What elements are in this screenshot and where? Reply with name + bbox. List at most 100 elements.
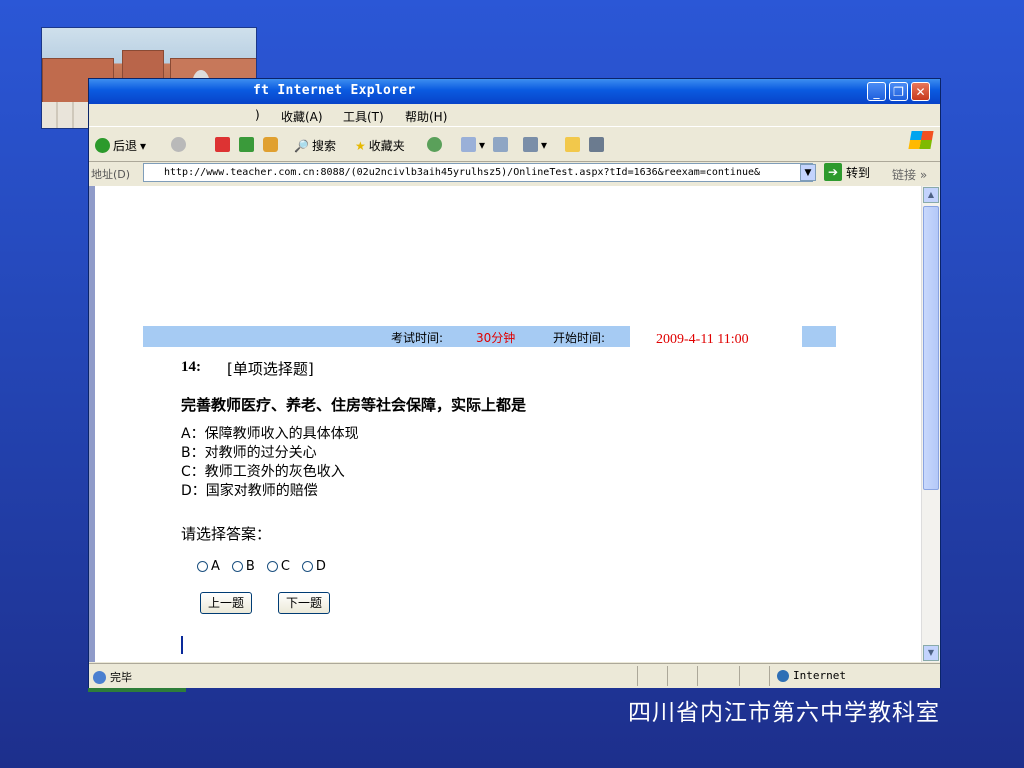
- messenger-icon: [589, 137, 604, 152]
- previous-question-button[interactable]: 上一题: [200, 592, 253, 614]
- go-arrow-icon: ➔: [824, 163, 842, 181]
- status-divider: [637, 666, 638, 686]
- edit-button[interactable]: ▾: [523, 137, 547, 152]
- favorites-label: 收藏夹: [368, 139, 405, 153]
- status-divider: [769, 666, 770, 686]
- forward-button[interactable]: [171, 137, 186, 152]
- scroll-up-icon[interactable]: ▲: [923, 187, 939, 203]
- time-label: 考试时间:: [391, 331, 444, 345]
- page-content: 考试时间: 30分钟 开始时间: 2009-4-11 11:00 14: [单项…: [89, 186, 940, 662]
- stop-icon: [215, 137, 230, 152]
- window-title: ft Internet Explorer: [253, 83, 416, 98]
- history-button[interactable]: [427, 137, 442, 152]
- maximize-button[interactable]: ❐: [889, 82, 908, 101]
- start-time-box: 2009-4-11 11:00: [630, 323, 802, 349]
- footer-caption: 四川省内江市第六中学教科室: [628, 700, 940, 726]
- dropdown-arrow-icon: ▾: [479, 137, 486, 152]
- option-d: D：国家对教师的赔偿: [181, 483, 318, 499]
- text-cursor: [181, 636, 183, 654]
- next-question-button[interactable]: 下一题: [278, 592, 331, 614]
- status-divider: [739, 666, 740, 686]
- back-button[interactable]: 后退 ▾: [95, 137, 146, 154]
- go-button[interactable]: ➔ 转到: [824, 163, 870, 181]
- status-divider: [667, 666, 668, 686]
- radio-a[interactable]: A: [197, 559, 220, 574]
- dropdown-arrow-icon: ▾: [140, 138, 147, 153]
- radio-label-d: D: [315, 559, 326, 574]
- radio-d[interactable]: D: [301, 559, 326, 574]
- scroll-down-icon[interactable]: ▼: [923, 645, 939, 661]
- radio-label-a: A: [211, 559, 220, 574]
- address-dropdown-icon[interactable]: ▼: [800, 164, 816, 181]
- menu-tools[interactable]: 工具(T): [343, 108, 384, 125]
- start-time-value: 2009-4-11 11:00: [656, 332, 749, 347]
- radio-circle[interactable]: [266, 561, 278, 572]
- go-label: 转到: [846, 165, 871, 180]
- address-bar: 地址(D) http://www.teacher.com.cn:8088/(02…: [89, 161, 940, 185]
- answer-prompt: 请选择答案：: [181, 525, 272, 543]
- print-button[interactable]: [493, 137, 508, 152]
- title-bar: ft Internet Explorer _ ❐ ✕: [89, 79, 940, 104]
- menu-item-partial[interactable]: ): [255, 108, 260, 122]
- globe-icon: [777, 669, 789, 682]
- menu-bar: ) 收藏(A) 工具(T) 帮助(H): [89, 104, 940, 149]
- answer-radio-group: A B C D: [197, 559, 326, 574]
- option-a: A：保障教师收入的具体体现: [181, 426, 359, 442]
- folder-button[interactable]: [565, 137, 580, 152]
- radio-circle[interactable]: [231, 561, 243, 572]
- page-icon: [93, 670, 106, 684]
- forward-arrow-icon: [171, 137, 186, 152]
- search-label: 搜索: [311, 139, 336, 153]
- search-button[interactable]: 🔎 搜索: [294, 137, 336, 154]
- back-arrow-icon: [95, 138, 110, 153]
- messenger-button[interactable]: [589, 137, 604, 152]
- address-input[interactable]: http://www.teacher.com.cn:8088/(02u2nciv…: [143, 163, 813, 182]
- zone-label: Internet: [793, 669, 846, 682]
- time-value: 30分钟: [476, 331, 516, 345]
- mail-icon: [461, 137, 476, 152]
- start-label: 开始时间:: [553, 331, 606, 345]
- menu-help[interactable]: 帮助(H): [405, 108, 447, 125]
- radio-b[interactable]: B: [231, 559, 255, 574]
- security-zone: Internet: [777, 669, 846, 682]
- home-button[interactable]: [263, 137, 278, 152]
- radio-label-b: B: [245, 559, 255, 574]
- refresh-icon: [239, 137, 254, 152]
- menu-favorites[interactable]: 收藏(A): [281, 108, 323, 125]
- print-icon: [493, 137, 508, 152]
- stop-button[interactable]: [215, 137, 230, 152]
- question-type: [单项选择题]: [227, 360, 314, 378]
- option-b: B：对教师的过分关心: [181, 445, 317, 461]
- status-done: 完毕: [93, 669, 132, 685]
- frame-edge: [89, 186, 95, 662]
- radio-circle[interactable]: [301, 561, 313, 572]
- links-button[interactable]: 链接 »: [892, 166, 927, 183]
- mail-button[interactable]: ▾: [461, 137, 485, 152]
- favorites-button[interactable]: ★ 收藏夹: [355, 137, 405, 154]
- status-done-label: 完毕: [110, 671, 132, 684]
- refresh-button[interactable]: [239, 137, 254, 152]
- radio-label-c: C: [280, 559, 290, 574]
- close-button[interactable]: ✕: [911, 82, 930, 101]
- scrollbar-thumb[interactable]: [923, 206, 939, 490]
- dropdown-arrow-icon: ▾: [541, 137, 548, 152]
- taskbar-strip: [88, 688, 186, 692]
- back-label: 后退: [113, 139, 138, 153]
- option-c: C：教师工资外的灰色收入: [181, 464, 345, 480]
- vertical-scrollbar[interactable]: ▲ ▼: [921, 186, 940, 662]
- minimize-button[interactable]: _: [867, 82, 886, 101]
- question-number: 14:: [181, 359, 201, 375]
- toolbar: 后退 ▾ 🔎 搜索 ★ 收藏夹 ▾ ▾: [89, 126, 940, 162]
- radio-circle[interactable]: [197, 561, 208, 572]
- address-label: 地址(D): [91, 168, 131, 181]
- edit-icon: [523, 137, 538, 152]
- search-icon: 🔎: [294, 138, 309, 153]
- radio-c[interactable]: C: [266, 559, 290, 574]
- browser-window: ft Internet Explorer _ ❐ ✕ ) 收藏(A) 工具(T)…: [88, 78, 941, 688]
- status-divider: [697, 666, 698, 686]
- question-text: 完善教师医疗、养老、住房等社会保障，实际上都是: [181, 396, 527, 414]
- history-icon: [427, 137, 442, 152]
- star-icon: ★: [355, 138, 366, 153]
- status-bar: 完毕 Internet: [89, 663, 940, 688]
- home-icon: [263, 137, 278, 152]
